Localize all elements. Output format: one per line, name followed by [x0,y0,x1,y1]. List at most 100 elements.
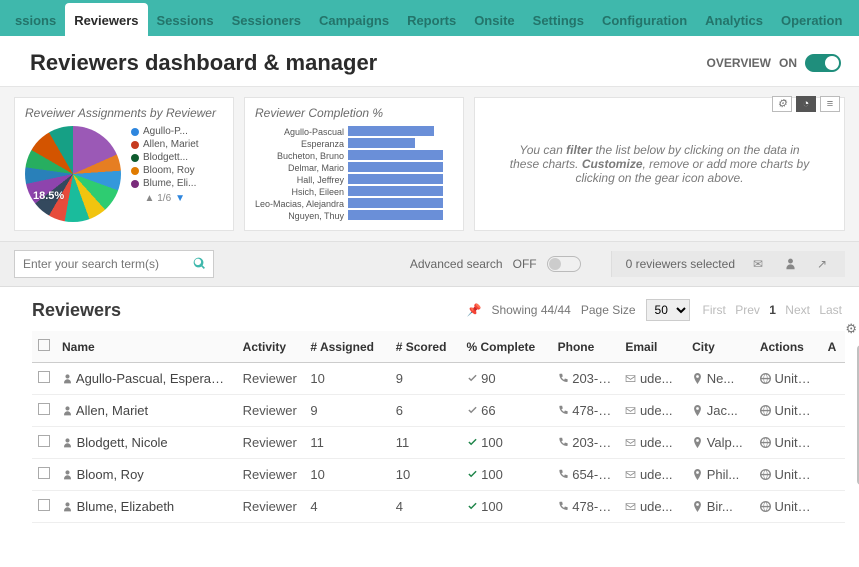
col-Email[interactable]: Email [619,331,686,363]
globe-icon [760,467,771,482]
location-icon [692,371,703,386]
pie-slice-label: 18.5% [33,190,64,202]
table-row[interactable]: Blodgett, NicoleReviewer1111 100 203-2..… [32,427,845,459]
nav-tab-sessions[interactable]: Sessions [148,3,223,36]
row-checkbox[interactable] [38,467,50,479]
pie-legend: Agullo-P... Allen, Mariet Blodgett... Bloom… [131,126,199,222]
table-row[interactable]: Allen, MarietReviewer96 66 478-5... ude.… [32,395,845,427]
email-icon[interactable]: ✉ [749,257,767,271]
page-header: Reviewers dashboard & manager OVERVIEW O… [0,36,859,87]
pager-first[interactable]: First [703,303,726,317]
external-link-icon[interactable]: ↗ [813,257,831,271]
legend-item[interactable]: Blodgett... [131,152,199,163]
col-# Assigned[interactable]: # Assigned [304,331,389,363]
overview-toggle[interactable] [805,54,841,72]
check-icon [467,371,478,386]
row-checkbox[interactable] [38,403,50,415]
table-body: Agullo-Pascual, EsperanzaReviewer109 90 … [32,363,845,523]
legend-pager[interactable]: ▲ 1/6 ▼ [131,193,199,204]
nav-tab-reports[interactable]: Reports [398,3,465,36]
showing-prefix: Showing [491,303,537,317]
check-icon [467,403,478,418]
table-row[interactable]: Bloom, RoyReviewer1010 100 654-5... ude.… [32,459,845,491]
phone-icon [558,499,569,514]
nav-tab-reviewers[interactable]: Reviewers [65,3,147,36]
col-Actions[interactable]: Actions [754,331,822,363]
legend-item[interactable]: Bloom, Roy [131,165,199,176]
pin-icon[interactable]: 📌 [466,303,481,317]
globe-icon [760,499,771,514]
nav-tab-analytics[interactable]: Analytics [696,3,772,36]
mail-icon [625,403,636,418]
page-size-select[interactable]: 50 [646,299,690,321]
page-size-label: Page Size [581,303,636,317]
row-checkbox[interactable] [38,499,50,511]
nav-tab-onsite[interactable]: Onsite [465,3,523,36]
chart-assignments: Reveiwer Assignments by Reviewer 18.5% A… [14,97,234,231]
bar-chart[interactable]: Agullo-PascualEsperanzaBucheton, BrunoDe… [255,126,453,222]
chart-completion: Reviewer Completion % Agullo-PascualEspe… [244,97,464,231]
person-icon [62,467,73,482]
overview-label: OVERVIEW [707,56,771,70]
col-Phone[interactable]: Phone [552,331,620,363]
search-icon[interactable] [193,256,206,271]
mail-icon [625,467,636,482]
table-gear-icon[interactable]: ⚙ [845,321,857,337]
phone-icon [558,467,569,482]
globe-icon [760,435,771,450]
nav-tab-operation[interactable]: Operation [772,3,851,36]
person-icon [62,403,73,418]
pager-last[interactable]: Last [819,303,842,317]
table-row[interactable]: Agullo-Pascual, EsperanzaReviewer109 90 … [32,363,845,395]
person-icon [62,435,73,450]
person-icon [62,371,73,386]
advanced-search-toggle[interactable] [547,256,581,272]
pager-prev[interactable]: Prev [735,303,760,317]
col-City[interactable]: City [686,331,754,363]
legend-item[interactable]: Agullo-P... [131,126,199,137]
chart-help: ⚙ ◔ ≡ You can filter the list below by c… [474,97,845,231]
advanced-search-state: OFF [513,257,537,271]
check-icon [467,435,478,450]
list-view-icon[interactable]: ≡ [820,96,840,112]
globe-icon [760,403,771,418]
bar-labels: Agullo-PascualEsperanzaBucheton, BrunoDe… [255,126,344,222]
row-checkbox[interactable] [38,371,50,383]
location-icon [692,403,703,418]
col-# Scored[interactable]: # Scored [390,331,461,363]
nav-tab-sessioners[interactable]: Sessioners [223,3,310,36]
col-A[interactable]: A [822,331,845,363]
search-input[interactable] [14,250,214,278]
col-Activity[interactable]: Activity [237,331,305,363]
user-icon[interactable] [781,257,799,271]
phone-icon [558,371,569,386]
reviewers-table: NameActivity# Assigned# Scored% Complete… [32,331,845,523]
help-text: You can filter the list below by clickin… [505,143,814,185]
pie-view-icon[interactable]: ◔ [796,96,816,112]
mail-icon [625,499,636,514]
nav-tab-campaigns[interactable]: Campaigns [310,3,398,36]
nav-tab-ssions[interactable]: ssions [6,3,65,36]
mail-icon [625,435,636,450]
gear-icon[interactable]: ⚙ [772,96,792,112]
location-icon [692,467,703,482]
advanced-search-label[interactable]: Advanced search [410,257,503,271]
nav-tab-configuration[interactable]: Configuration [593,3,696,36]
pager-next[interactable]: Next [785,303,810,317]
charts-panel: Reveiwer Assignments by Reviewer 18.5% A… [0,87,859,242]
table-row[interactable]: Blume, ElizabethReviewer44 100 478-8... … [32,491,845,523]
col-% Complete[interactable]: % Complete [461,331,552,363]
legend-item[interactable]: Blume, Eli... [131,178,199,189]
pager: First Prev 1 Next Last [700,303,845,317]
select-all-checkbox[interactable] [38,339,50,351]
pie-chart[interactable]: 18.5% [25,126,121,222]
col-check[interactable] [32,331,56,363]
legend-item[interactable]: Allen, Mariet [131,139,199,150]
mail-icon [625,371,636,386]
nav-tab-settings[interactable]: Settings [524,3,593,36]
row-checkbox[interactable] [38,435,50,447]
location-icon [692,499,703,514]
col-Name[interactable]: Name [56,331,237,363]
top-nav: ssionsReviewersSessionsSessionersCampaig… [0,0,859,36]
check-icon [467,467,478,482]
